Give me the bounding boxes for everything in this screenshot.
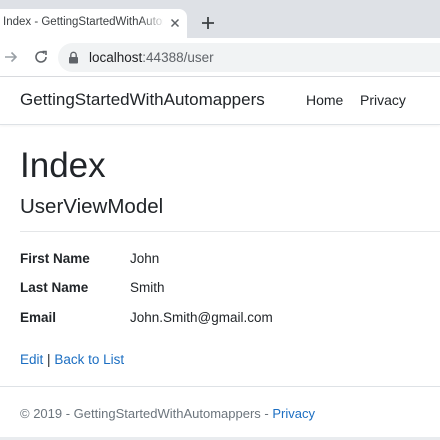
plus-icon[interactable] — [200, 15, 216, 31]
browser-tabstrip: Index - GettingStartedWithAutomappers — [0, 0, 440, 38]
last-name-label: Last Name — [20, 280, 89, 295]
site-navbar: GettingStartedWithAutomappers Home Priva… — [0, 77, 440, 125]
forward-arrow-icon[interactable] — [4, 50, 18, 64]
site-footer: © 2019 - GettingStartedWithAutomappers -… — [20, 406, 315, 421]
footer-privacy-link[interactable]: Privacy — [272, 406, 315, 421]
address-bar[interactable]: localhost:44388/user — [58, 43, 440, 72]
email-value: John.Smith@gmail.com — [130, 310, 273, 325]
page-title: Index — [20, 146, 106, 185]
reload-icon[interactable] — [33, 49, 49, 65]
nav-link-privacy[interactable]: Privacy — [360, 92, 406, 108]
first-name-value: John — [130, 251, 160, 266]
url-host: localhost — [89, 50, 143, 65]
back-to-list-link[interactable]: Back to List — [54, 352, 124, 367]
url-path: :44388/user — [142, 50, 214, 65]
footer-text: © 2019 - GettingStartedWithAutomappers - — [20, 406, 273, 421]
url-text[interactable]: localhost:44388/user — [89, 50, 214, 65]
last-name-value: Smith — [130, 280, 165, 295]
record-actions: Edit | Back to List — [20, 352, 124, 367]
lock-icon[interactable] — [68, 51, 79, 64]
page-subtitle: UserViewModel — [20, 195, 164, 218]
first-name-label: First Name — [20, 251, 90, 266]
navbar-brand[interactable]: GettingStartedWithAutomappers — [20, 90, 265, 110]
content-divider — [20, 231, 440, 232]
tab-title-fade — [140, 13, 166, 33]
actions-separator: | — [47, 352, 51, 367]
footer-divider — [0, 386, 440, 387]
email-label: Email — [20, 310, 57, 325]
browser-tab[interactable]: Index - GettingStartedWithAutomappers — [0, 9, 187, 38]
close-icon[interactable] — [168, 16, 182, 30]
edit-link[interactable]: Edit — [20, 352, 43, 367]
browser-toolbar: localhost:44388/user — [0, 38, 440, 77]
nav-link-home[interactable]: Home — [306, 92, 343, 108]
tab-title: Index - GettingStartedWithAutomappers — [3, 16, 163, 28]
